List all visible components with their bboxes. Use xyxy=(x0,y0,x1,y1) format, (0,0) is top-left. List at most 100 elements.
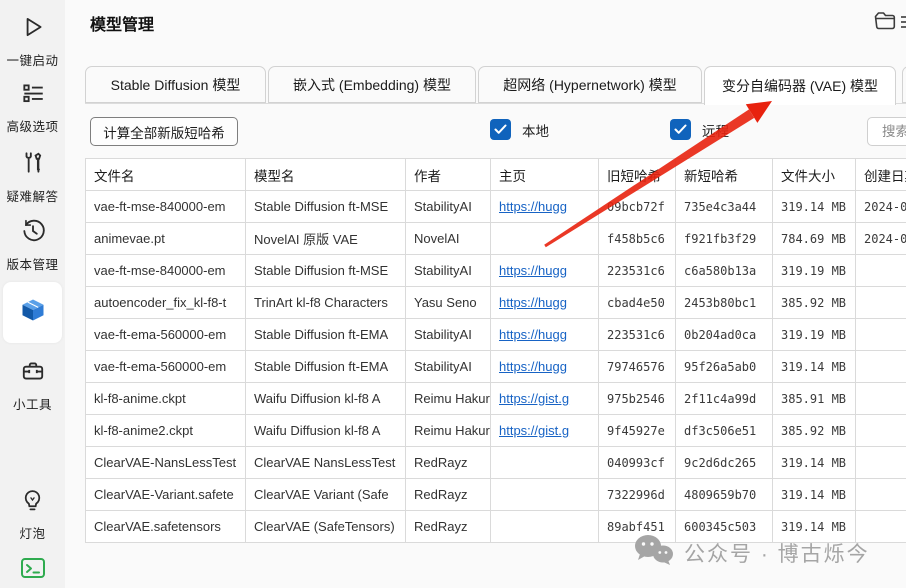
cell-old-hash: 975b2546 xyxy=(599,383,676,415)
sidebar-item-console[interactable] xyxy=(0,556,65,585)
col-homepage[interactable]: 主页 xyxy=(491,159,599,191)
cell-created xyxy=(856,415,906,447)
cell-homepage xyxy=(491,447,599,479)
tab-hypernetwork-models[interactable]: 超网络 (Hypernetwork) 模型 xyxy=(478,66,702,103)
col-created[interactable]: 创建日期 xyxy=(856,159,906,191)
version-history-icon xyxy=(0,218,65,249)
terminal-icon xyxy=(0,556,65,585)
col-new-hash[interactable]: 新短哈希 xyxy=(676,159,773,191)
cell-old-hash: cbad4e50 xyxy=(599,287,676,319)
cell-old-hash: 040993cf xyxy=(599,447,676,479)
cell-old-hash: 223531c6 xyxy=(599,319,676,351)
cell-author: RedRayz xyxy=(406,479,491,511)
sidebar-item-version-manager[interactable]: 版本管理 xyxy=(0,218,65,273)
table-row[interactable]: vae-ft-ema-560000-em Stable Diffusion ft… xyxy=(86,351,906,383)
cell-model-name: Waifu Diffusion kl-f8 A xyxy=(246,415,406,447)
cell-homepage: https://gist.g xyxy=(491,383,599,415)
search-input[interactable] xyxy=(880,123,906,140)
cell-homepage: https://hugg xyxy=(491,351,599,383)
table-row[interactable]: ClearVAE-NansLessTest ClearVAE NansLessT… xyxy=(86,447,906,479)
sidebar-item-launch[interactable]: 一键启动 xyxy=(0,14,65,69)
cell-filename: autoencoder_fix_kl-f8-t xyxy=(86,287,246,319)
cell-created xyxy=(856,447,906,479)
model-package-icon xyxy=(19,296,47,329)
model-table: 文件名 模型名 作者 主页 旧短哈希 新短哈希 文件大小 创建日期 vae-ft… xyxy=(85,158,906,543)
cell-created xyxy=(856,383,906,415)
cell-author: StabilityAI xyxy=(406,319,491,351)
sidebar-item-label: 一键启动 xyxy=(0,50,65,69)
menu-icon[interactable] xyxy=(901,14,906,30)
cell-old-hash: 9f45927e xyxy=(599,415,676,447)
col-old-hash[interactable]: 旧短哈希 xyxy=(599,159,676,191)
homepage-link[interactable]: https://hugg xyxy=(499,199,567,214)
remote-checkbox-label[interactable]: 远程 xyxy=(702,120,729,140)
bulb-icon xyxy=(0,488,65,518)
cell-model-name: TrinArt kl-f8 Characters xyxy=(246,287,406,319)
cell-created xyxy=(856,319,906,351)
local-checkbox[interactable] xyxy=(490,119,511,140)
local-checkbox-label[interactable]: 本地 xyxy=(522,120,549,140)
cell-file-size: 319.14 MB xyxy=(773,479,856,511)
table-row[interactable]: vae-ft-mse-840000-em Stable Diffusion ft… xyxy=(86,255,906,287)
compute-short-hash-button[interactable]: 计算全部新版短哈希 xyxy=(90,117,238,146)
sidebar-item-label: 高级选项 xyxy=(0,116,65,135)
table-row[interactable]: autoencoder_fix_kl-f8-t TrinArt kl-f8 Ch… xyxy=(86,287,906,319)
homepage-link[interactable]: https://hugg xyxy=(499,327,567,342)
col-filename[interactable]: 文件名 xyxy=(86,159,246,191)
cell-new-hash: 0b204ad0ca xyxy=(676,319,773,351)
sidebar-item-advanced-options[interactable]: 高级选项 xyxy=(0,80,65,135)
cell-filename: vae-ft-ema-560000-em xyxy=(86,351,246,383)
cell-old-hash: 223531c6 xyxy=(599,255,676,287)
local-filter: 本地 xyxy=(490,119,549,140)
homepage-link[interactable]: https://hugg xyxy=(499,263,567,278)
open-folder-icon[interactable] xyxy=(873,10,897,32)
table-row[interactable]: vae-ft-mse-840000-em Stable Diffusion ft… xyxy=(86,191,906,223)
cell-filename: ClearVAE-Variant.safete xyxy=(86,479,246,511)
table-row[interactable]: ClearVAE-Variant.safete ClearVAE Variant… xyxy=(86,479,906,511)
table-row[interactable]: vae-ft-ema-560000-em Stable Diffusion ft… xyxy=(86,319,906,351)
cell-author: Reimu Hakure xyxy=(406,415,491,447)
cell-filename: kl-f8-anime2.ckpt xyxy=(86,415,246,447)
cell-new-hash: 2453b80bc1 xyxy=(676,287,773,319)
homepage-link[interactable]: https://gist.g xyxy=(499,423,569,438)
cell-homepage: https://gist.g xyxy=(491,415,599,447)
cell-file-size: 319.14 MB xyxy=(773,191,856,223)
cell-created xyxy=(856,255,906,287)
watermark: 公众号 · 博古烁今 xyxy=(632,534,870,571)
cell-created xyxy=(856,479,906,511)
tab-vae-models[interactable]: 变分自编码器 (VAE) 模型 xyxy=(704,66,896,105)
search-box xyxy=(867,117,906,146)
tab-stable-diffusion-models[interactable]: Stable Diffusion 模型 xyxy=(85,66,266,103)
sidebar-item-troubleshoot[interactable]: 疑难解答 xyxy=(0,150,65,205)
tab-embedding-models[interactable]: 嵌入式 (Embedding) 模型 xyxy=(268,66,476,103)
col-file-size[interactable]: 文件大小 xyxy=(773,159,856,191)
cell-model-name: Stable Diffusion ft-MSE xyxy=(246,255,406,287)
col-author[interactable]: 作者 xyxy=(406,159,491,191)
cell-filename: animevae.pt xyxy=(86,223,246,255)
homepage-link[interactable]: https://hugg xyxy=(499,295,567,310)
sidebar-item-tools[interactable]: 小工具 xyxy=(0,358,65,413)
cell-homepage: https://hugg xyxy=(491,319,599,351)
table-row[interactable]: kl-f8-anime.ckpt Waifu Diffusion kl-f8 A… xyxy=(86,383,906,415)
cell-filename: vae-ft-ema-560000-em xyxy=(86,319,246,351)
cell-model-name: ClearVAE Variant (Safe xyxy=(246,479,406,511)
homepage-link[interactable]: https://hugg xyxy=(499,359,567,374)
cell-created xyxy=(856,351,906,383)
sidebar-item-model-manager[interactable] xyxy=(3,282,62,343)
cell-model-name: ClearVAE NansLessTest xyxy=(246,447,406,479)
advanced-options-icon xyxy=(0,80,65,111)
table-row[interactable]: kl-f8-anime2.ckpt Waifu Diffusion kl-f8 … xyxy=(86,415,906,447)
cell-model-name: Stable Diffusion ft-MSE xyxy=(246,191,406,223)
cell-homepage xyxy=(491,511,599,543)
cell-author: RedRayz xyxy=(406,511,491,543)
col-model-name[interactable]: 模型名 xyxy=(246,159,406,191)
cell-model-name: NovelAI 原版 VAE xyxy=(246,223,406,255)
remote-filter: 远程 xyxy=(670,119,729,140)
homepage-link[interactable]: https://gist.g xyxy=(499,391,569,406)
sidebar-item-bulb[interactable]: 灯泡 xyxy=(0,488,65,542)
watermark-text: 公众号 · 博古烁今 xyxy=(684,538,870,568)
table-row[interactable]: animevae.pt NovelAI 原版 VAE NovelAI f458b… xyxy=(86,223,906,255)
remote-checkbox[interactable] xyxy=(670,119,691,140)
table-header-row: 文件名 模型名 作者 主页 旧短哈希 新短哈希 文件大小 创建日期 xyxy=(86,159,906,191)
tab-next-partial[interactable] xyxy=(902,66,906,103)
